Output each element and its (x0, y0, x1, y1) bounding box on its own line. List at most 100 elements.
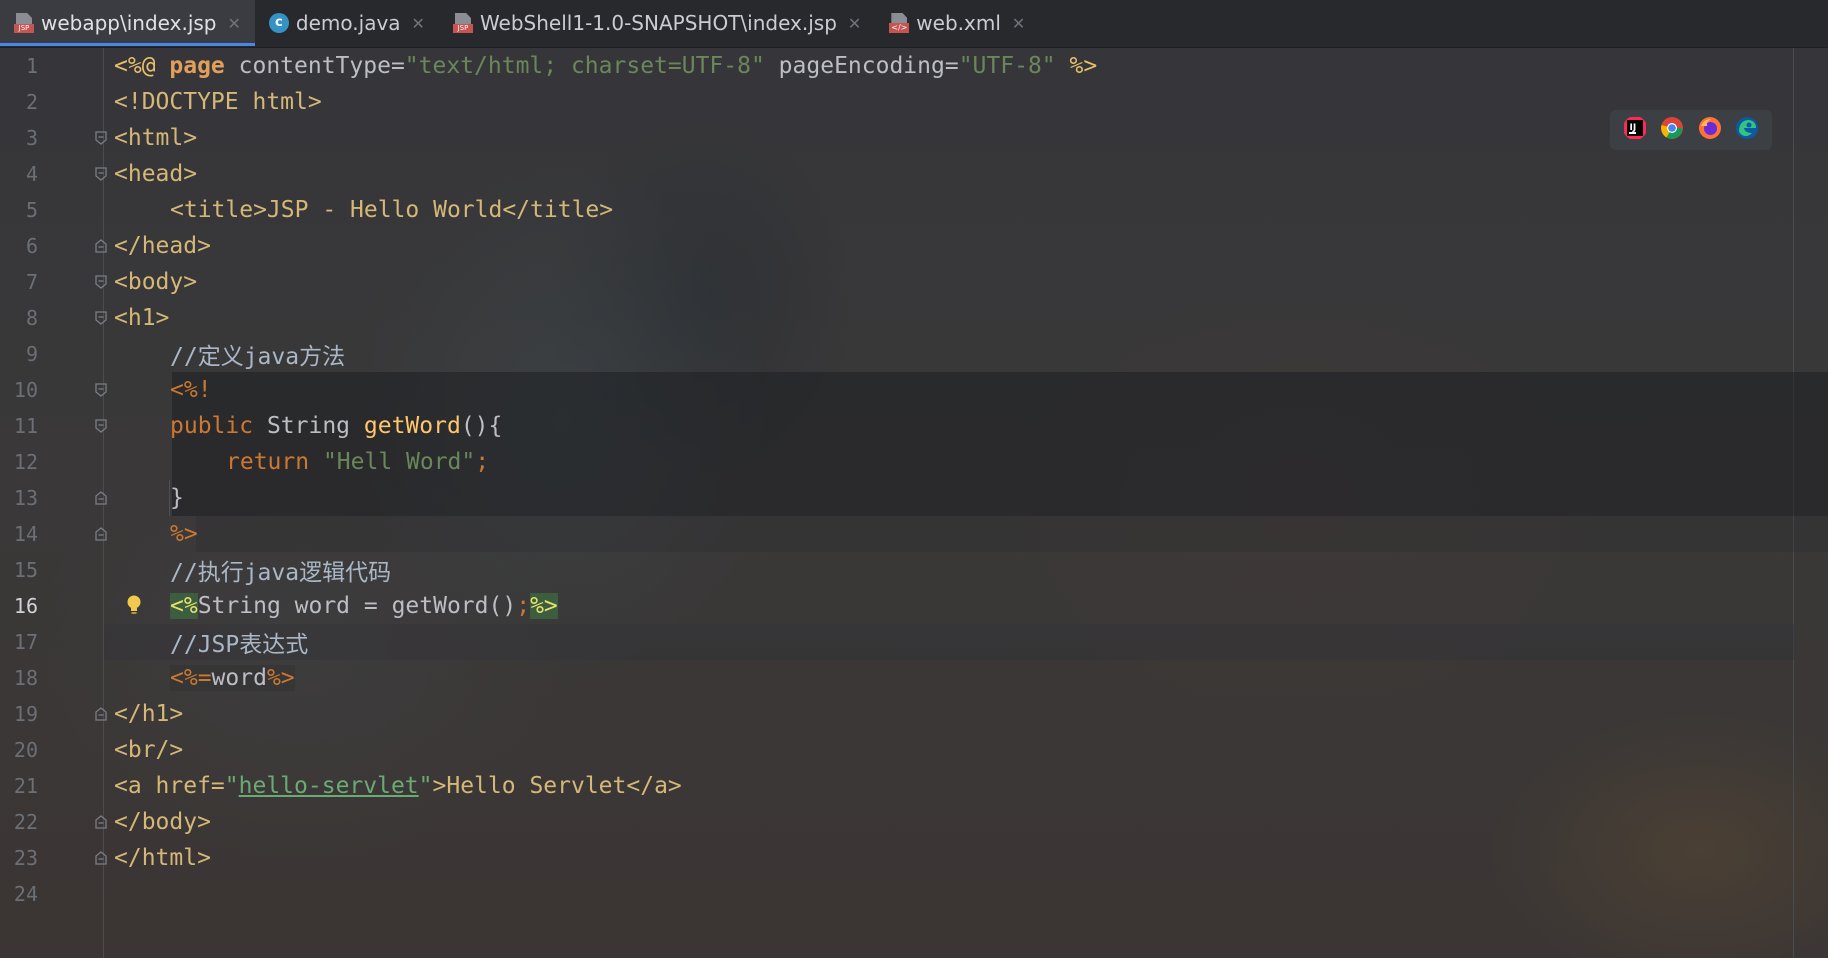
code-text: </head> (114, 233, 211, 259)
fold-open-icon[interactable] (94, 382, 108, 398)
code-text: <%@ page contentType="text/html; charset… (114, 53, 1098, 79)
xml-file-icon: </> (889, 13, 910, 33)
code-line[interactable]: 12 return "Hell Word"; (0, 444, 1828, 480)
code-line[interactable]: 13 } (0, 480, 1828, 516)
line-number: 1 (25, 54, 38, 78)
tab-webshell-index-jsp[interactable]: JSP WebShell1-1.0-SNAPSHOT\index.jsp ✕ (439, 0, 875, 46)
line-number: 14 (13, 522, 38, 546)
line-number: 17 (13, 630, 38, 654)
fold-open-icon[interactable] (94, 310, 108, 326)
line-number: 12 (13, 450, 38, 474)
editor-tab-bar: JSP webapp\index.jsp ✕ c demo.java ✕ JSP… (0, 0, 1828, 48)
code-line[interactable]: 21 <a href="hello-servlet">Hello Servlet… (0, 768, 1828, 804)
code-text: </body> (114, 809, 211, 835)
code-line[interactable]: 7 <body> (0, 264, 1828, 300)
line-number: 16 (13, 594, 38, 618)
fold-close-icon[interactable] (94, 526, 108, 542)
code-line[interactable]: 20 <br/> (0, 732, 1828, 768)
line-number: 21 (13, 774, 38, 798)
tab-label: webapp\index.jsp (41, 11, 217, 35)
line-number: 9 (25, 342, 38, 366)
close-icon[interactable]: ✕ (228, 14, 241, 33)
line-number: 11 (13, 414, 38, 438)
tab-label: web.xml (916, 11, 1001, 35)
line-number: 4 (25, 162, 38, 186)
code-text: <%! (170, 377, 212, 403)
code-line[interactable]: 14 %> (0, 516, 1828, 552)
open-in-browser-toolbar: IJ (1610, 110, 1772, 150)
code-comment: //定义java方法 (170, 344, 346, 370)
fold-close-icon[interactable] (94, 238, 108, 254)
line-number: 5 (25, 198, 38, 222)
jsp-file-icon: JSP (452, 13, 473, 33)
code-text: <a href="hello-servlet">Hello Servlet</a… (114, 773, 682, 799)
line-number: 13 (13, 486, 38, 510)
code-text: } (170, 485, 184, 511)
code-text: <head> (114, 161, 198, 187)
code-line[interactable]: 9 //定义java方法 (0, 336, 1828, 372)
code-line[interactable]: 8 <h1> (0, 300, 1828, 336)
line-number: 19 (13, 702, 38, 726)
edge-icon[interactable] (1735, 116, 1759, 144)
code-text: <h1> (114, 305, 170, 331)
code-text: <body> (114, 269, 198, 295)
line-number: 20 (13, 738, 38, 762)
code-editor[interactable]: 1 <%@ page contentType="text/html; chars… (0, 48, 1828, 958)
code-line[interactable]: 17 //JSP表达式 (0, 624, 1828, 660)
code-text: <%String word = getWord();%> (170, 593, 558, 619)
fold-close-icon[interactable] (94, 490, 108, 506)
code-line[interactable]: 2 <!DOCTYPE html> (0, 84, 1828, 120)
close-icon[interactable]: ✕ (848, 14, 861, 33)
tab-label: WebShell1-1.0-SNAPSHOT\index.jsp (479, 11, 837, 35)
code-text: <%=word%> (170, 665, 295, 691)
firefox-icon[interactable] (1698, 116, 1722, 144)
svg-text:IJ: IJ (1629, 123, 1636, 133)
line-number: 6 (25, 234, 38, 258)
code-line-current[interactable]: 16 <%String word = getWord();%> (0, 588, 1828, 624)
code-text: </h1> (114, 701, 184, 727)
tab-label: demo.java (295, 11, 401, 35)
fold-close-icon[interactable] (94, 850, 108, 866)
fold-close-icon[interactable] (94, 706, 108, 722)
chrome-icon[interactable] (1660, 116, 1684, 144)
code-comment: //JSP表达式 (170, 632, 309, 658)
close-icon[interactable]: ✕ (412, 14, 425, 33)
close-icon[interactable]: ✕ (1012, 14, 1025, 33)
code-line[interactable]: 11 public String getWord(){ (0, 408, 1828, 444)
code-comment: //执行java逻辑代码 (170, 560, 392, 586)
tab-web-xml[interactable]: </> web.xml ✕ (875, 0, 1039, 46)
code-line[interactable]: 5 <title>JSP - Hello World</title> (0, 192, 1828, 228)
code-line[interactable]: 24 (0, 876, 1828, 912)
code-line[interactable]: 18 <%=word%> (0, 660, 1828, 696)
line-number: 2 (25, 90, 38, 114)
fold-open-icon[interactable] (94, 274, 108, 290)
intellij-icon[interactable]: IJ (1623, 116, 1647, 144)
code-text: <html> (114, 125, 198, 151)
servlet-link: hello-servlet (238, 773, 419, 799)
code-text: public String getWord(){ (170, 413, 503, 439)
code-line[interactable]: 15 //执行java逻辑代码 (0, 552, 1828, 588)
java-class-icon: c (268, 13, 289, 33)
code-text: </html> (114, 845, 211, 871)
code-line[interactable]: 6 </head> (0, 228, 1828, 264)
line-number: 18 (13, 666, 38, 690)
code-text: return "Hell Word"; (226, 449, 490, 475)
code-line[interactable]: 19 </h1> (0, 696, 1828, 732)
line-number: 24 (13, 882, 38, 906)
code-text: <title>JSP - Hello World</title> (170, 197, 614, 223)
fold-open-icon[interactable] (94, 130, 108, 146)
fold-close-icon[interactable] (94, 814, 108, 830)
fold-open-icon[interactable] (94, 418, 108, 434)
line-number: 7 (25, 270, 38, 294)
line-number: 3 (25, 126, 38, 150)
code-line[interactable]: 23 </html> (0, 840, 1828, 876)
tab-webapp-index-jsp[interactable]: JSP webapp\index.jsp ✕ (0, 0, 255, 46)
code-line[interactable]: 4 <head> (0, 156, 1828, 192)
code-line[interactable]: 3 <html> (0, 120, 1828, 156)
code-line[interactable]: 10 <%! (0, 372, 1828, 408)
code-line[interactable]: 1 <%@ page contentType="text/html; chars… (0, 48, 1828, 84)
lightbulb-icon[interactable] (126, 594, 142, 616)
code-line[interactable]: 22 </body> (0, 804, 1828, 840)
tab-demo-java[interactable]: c demo.java ✕ (255, 0, 439, 46)
fold-open-icon[interactable] (94, 166, 108, 182)
